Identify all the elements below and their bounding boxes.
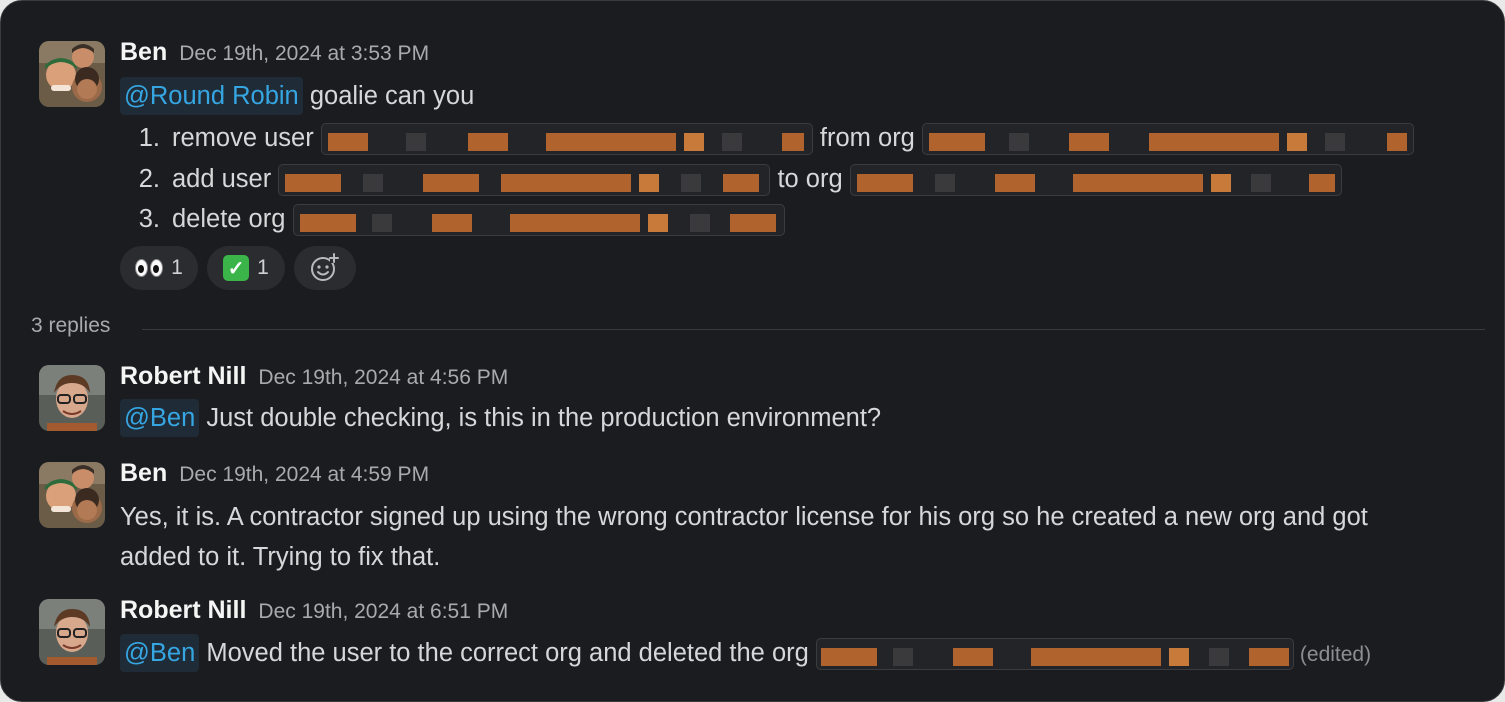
list-text-from: from org — [819, 124, 915, 152]
redacted-org-id — [815, 638, 1294, 671]
redacted-user-id — [320, 123, 813, 156]
message-text: Moved the user to the correct org and de… — [206, 639, 809, 667]
message-timestamp[interactable]: Dec 19th, 2024 at 4:59 PM — [179, 463, 429, 486]
white-check-mark-emoji-icon: ✓ — [223, 255, 250, 281]
message-body: @Ben Just double checking, is this in th… — [120, 398, 881, 438]
message-header: Ben Dec 19th, 2024 at 3:53 PM — [120, 38, 429, 67]
list-number: 3. — [138, 205, 160, 233]
list-item: 3. delete org — [120, 199, 785, 239]
replies-count[interactable]: 3 replies — [31, 314, 110, 338]
reaction-check[interactable]: ✓ 1 — [207, 246, 285, 290]
add-reaction-icon — [311, 253, 339, 281]
message-timestamp[interactable]: Dec 19th, 2024 at 6:51 PM — [258, 600, 508, 623]
intro-text: goalie can you — [309, 82, 475, 110]
list-text: delete org — [172, 205, 286, 233]
message-body: @Ben Moved the user to the correct org a… — [120, 633, 1371, 675]
message-intro: @Round Robin goalie can you — [120, 76, 474, 116]
message-header: Robert Nill Dec 19th, 2024 at 4:56 PM — [120, 362, 508, 391]
message-timestamp[interactable]: Dec 19th, 2024 at 4:56 PM — [258, 366, 508, 389]
message-timestamp[interactable]: Dec 19th, 2024 at 3:53 PM — [179, 42, 429, 65]
reaction-count: 1 — [257, 256, 269, 279]
list-text: remove user — [172, 124, 314, 152]
message-text-line: added to it. Trying to fix that. — [120, 543, 441, 571]
avatar-robert-nill[interactable] — [39, 365, 105, 431]
message-text-line: Yes, it is. A contractor signed up using… — [120, 503, 1368, 531]
redacted-org-id — [849, 164, 1342, 197]
list-number: 1. — [138, 124, 160, 152]
add-reaction-button[interactable] — [294, 246, 356, 290]
list-number: 2. — [138, 165, 160, 193]
list-text-to: to org — [777, 165, 843, 193]
redacted-user-id — [278, 164, 771, 197]
message-header: Robert Nill Dec 19th, 2024 at 6:51 PM — [120, 596, 508, 625]
avatar-ben[interactable] — [39, 462, 105, 528]
slack-thread-window: Ben Dec 19th, 2024 at 3:53 PM @Round Robi… — [0, 0, 1505, 702]
author-name[interactable]: Ben — [120, 459, 167, 487]
mention-round-robin[interactable]: @Round Robin — [120, 77, 303, 115]
edited-label: (edited) — [1299, 643, 1372, 666]
mention-ben[interactable]: @Ben — [120, 399, 200, 437]
eyes-emoji-icon — [135, 259, 164, 277]
author-name[interactable]: Robert Nill — [120, 362, 246, 390]
list-item: 1. remove user from org — [120, 118, 1414, 158]
mention-ben[interactable]: @Ben — [120, 634, 200, 672]
reaction-count: 1 — [171, 256, 183, 279]
redacted-org-id — [921, 123, 1414, 156]
list-item: 2. add user to org — [120, 159, 1342, 199]
avatar-ben[interactable] — [39, 41, 105, 107]
author-name[interactable]: Ben — [120, 38, 167, 66]
message-text: Just double checking, is this in the pro… — [206, 404, 882, 432]
divider-line — [142, 329, 1485, 330]
message-header: Ben Dec 19th, 2024 at 4:59 PM — [120, 459, 429, 488]
redacted-org-id — [292, 204, 785, 237]
list-text: add user — [172, 165, 272, 193]
author-name[interactable]: Robert Nill — [120, 596, 246, 624]
reaction-eyes[interactable]: 1 — [120, 246, 198, 290]
avatar-robert-nill[interactable] — [39, 599, 105, 665]
